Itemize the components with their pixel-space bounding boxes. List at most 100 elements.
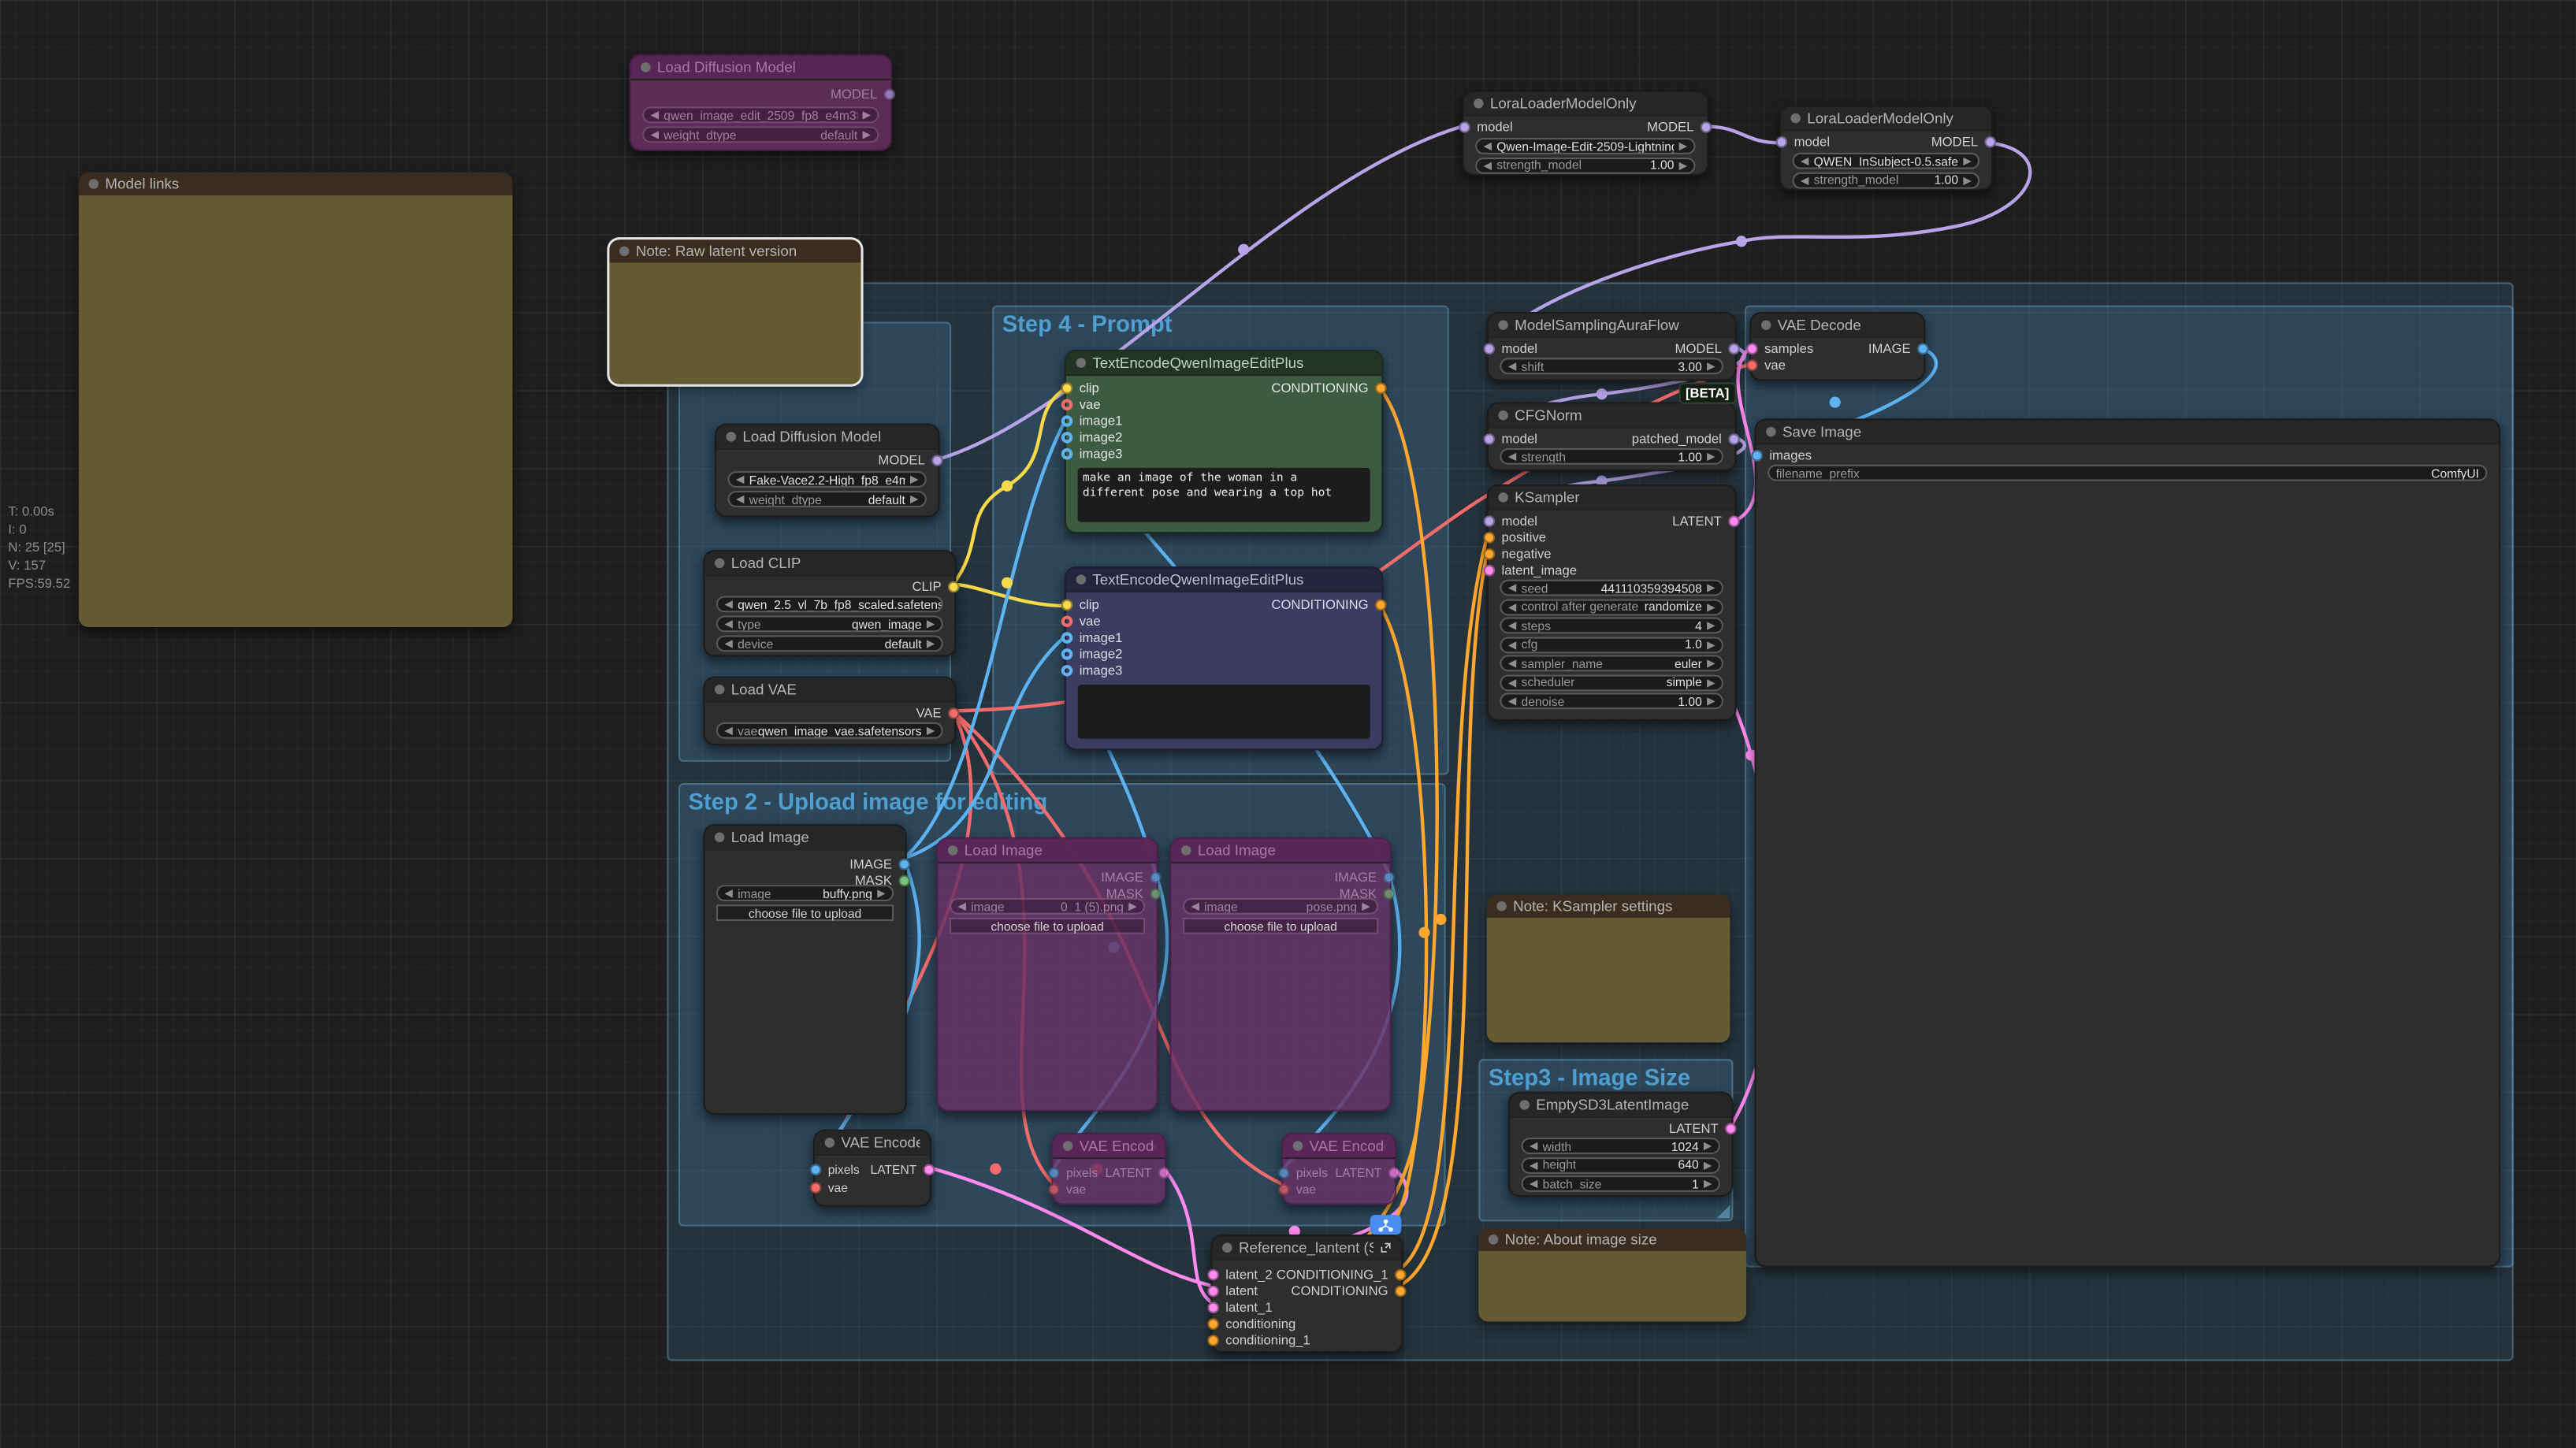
clip-input-port[interactable] [1061,600,1073,611]
next-arrow-icon[interactable]: ▶ [910,492,918,506]
batch-size-widget[interactable]: ◀ batch_size1 ▶ [1522,1175,1720,1192]
weight-dtype-widget[interactable]: ◀ weight_dtype default ▶ [642,126,879,143]
note-model-links[interactable]: Model links [79,173,512,627]
pixels-input-port[interactable] [1048,1168,1060,1179]
node-load-diffusion-model[interactable]: Load Diffusion Model MODEL ◀ Fake-Vace2.… [715,424,940,518]
node-load-vae[interactable]: Load VAE VAE ◀ vae_name qwen_image_vae.s… [703,677,956,746]
next-arrow-icon[interactable]: ▶ [1679,158,1687,172]
next-arrow-icon[interactable]: ▶ [863,109,871,122]
note-raw-latent[interactable]: Note: Raw latent version [609,239,861,384]
next-arrow-icon[interactable]: ▶ [1704,1177,1712,1190]
seed-widget[interactable]: ◀ seed441110359394508 ▶ [1500,580,1723,596]
next-arrow-icon[interactable]: ▶ [1707,581,1715,595]
note-ksampler-settings[interactable]: Note: KSampler settings [1487,895,1730,1043]
node-vae-decode[interactable]: VAE Decode samples vae IMAGE [1749,312,1925,381]
clip-input-port[interactable] [1061,383,1073,395]
prev-arrow-icon[interactable]: ◀ [651,109,659,122]
image-output-port[interactable] [1917,343,1929,355]
negative-input-port[interactable] [1484,548,1496,560]
vae-input-port[interactable] [1278,1183,1290,1195]
conditioning-output-port[interactable] [1375,383,1387,395]
node-lora-loader-2[interactable]: LoraLoaderModelOnly model MODEL ◀ QWEN_I… [1779,105,1993,190]
next-arrow-icon[interactable]: ▶ [1963,173,1971,187]
next-arrow-icon[interactable]: ▶ [1704,1158,1712,1171]
model-output-port[interactable] [931,455,943,466]
node-reference-latent-subgraph[interactable]: Reference_lantent (S... latent_2 latent … [1210,1235,1403,1353]
choose-file-button[interactable]: choose file to upload [950,918,1145,934]
vae-input-port[interactable] [1048,1183,1060,1195]
prev-arrow-icon[interactable]: ◀ [1801,154,1808,168]
lora-name-widget[interactable]: ◀ QWEN_InSubject-0.5.safetensors ▶ [1793,153,1980,169]
prev-arrow-icon[interactable]: ◀ [1530,1139,1537,1153]
image-widget[interactable]: ◀ image pose.png ▶ [1183,898,1378,915]
prompt-textarea[interactable]: make an image of the woman in a differen… [1078,468,1370,522]
next-arrow-icon[interactable]: ▶ [1963,154,1971,168]
collapse-dot-icon[interactable] [1063,1141,1073,1151]
type-widget[interactable]: ◀ type qwen_image ▶ [716,615,943,632]
height-widget[interactable]: ◀ height640 ▶ [1522,1157,1720,1173]
model-output-port[interactable] [1701,121,1712,133]
prev-arrow-icon[interactable]: ◀ [1508,450,1516,463]
ckpt-name-widget[interactable]: ◀ Fake-Vace2.2-High_fp8_e4m3fn.... ▶ [728,471,927,488]
conditioning-input-port[interactable] [1207,1318,1219,1330]
next-arrow-icon[interactable]: ▶ [1679,139,1687,153]
prev-arrow-icon[interactable]: ◀ [724,724,732,737]
patched-model-output-port[interactable] [1728,433,1740,445]
subgraph-badge[interactable] [1370,1215,1402,1235]
next-arrow-icon[interactable]: ▶ [927,618,935,631]
collapse-dot-icon[interactable] [715,685,725,695]
latent-output-port[interactable] [1388,1168,1400,1179]
image2-input-port[interactable] [1061,432,1073,444]
prev-arrow-icon[interactable]: ◀ [1530,1158,1537,1171]
collapse-dot-icon[interactable] [1181,845,1191,856]
collapse-dot-icon[interactable] [1222,1243,1232,1253]
next-arrow-icon[interactable]: ▶ [1704,1139,1712,1153]
node-load-diffusion-model-bypassed[interactable]: Load Diffusion Model MODEL ◀ qwen_image_… [629,54,892,151]
node-load-image-2-bypassed[interactable]: Load Image IMAGE MASK ◀ image 0_1 (5).pn… [936,837,1158,1112]
weight-dtype-widget[interactable]: ◀ weight_dtype default ▶ [728,491,927,507]
prev-arrow-icon[interactable]: ◀ [1508,657,1516,670]
node-model-sampling-auraflow[interactable]: ModelSamplingAuraFlow model MODEL ◀ shif… [1487,312,1737,381]
collapse-dot-icon[interactable] [619,247,630,257]
collapse-dot-icon[interactable] [1790,113,1801,124]
prev-arrow-icon[interactable]: ◀ [651,128,659,142]
node-load-clip[interactable]: Load CLIP CLIP ◀ cli ... qwen_2.5_vl_7b_… [703,550,956,656]
node-save-image[interactable]: Save Image images filename_prefix ComfyU… [1755,418,2500,1267]
lora-name-widget[interactable]: ◀ Qwen-Image-Edit-2509-Lightning-4step .… [1475,138,1695,154]
collapse-dot-icon[interactable] [1498,320,1508,330]
pixels-input-port[interactable] [810,1164,822,1175]
next-arrow-icon[interactable]: ▶ [927,724,935,737]
note-about-image-size[interactable]: Note: About image size [1478,1228,1746,1322]
image-output-port[interactable] [1383,872,1395,884]
image-widget[interactable]: ◀ image buffy.png ▶ [716,885,894,901]
image3-input-port[interactable] [1061,448,1073,460]
steps-widget[interactable]: ◀ steps4 ▶ [1500,618,1723,634]
node-vae-encode-2-bypassed[interactable]: VAE Encode pixels vae LATENT [1051,1133,1166,1205]
prev-arrow-icon[interactable]: ◀ [724,598,732,611]
images-input-port[interactable] [1751,450,1763,462]
node-ksampler[interactable]: KSampler model positive negative latent_… [1487,485,1737,721]
next-arrow-icon[interactable]: ▶ [1707,694,1715,707]
collapse-dot-icon[interactable] [1498,492,1508,503]
node-text-encode-positive[interactable]: TextEncodeQwenImageEditPlus clip vae ima… [1065,350,1383,533]
collapse-dot-icon[interactable] [1496,901,1507,911]
model-input-port[interactable] [1484,343,1496,355]
prev-arrow-icon[interactable]: ◀ [1191,900,1199,913]
collapse-dot-icon[interactable] [1498,410,1508,421]
next-arrow-icon[interactable]: ▶ [910,473,918,486]
node-lora-loader-1[interactable]: LoraLoaderModelOnly model MODEL ◀ Qwen-I… [1462,91,1708,176]
collapse-dot-icon[interactable] [1766,427,1776,437]
next-arrow-icon[interactable]: ▶ [1707,359,1715,373]
collapse-dot-icon[interactable] [1519,1100,1530,1110]
prev-arrow-icon[interactable]: ◀ [1801,173,1808,187]
image3-input-port[interactable] [1061,665,1073,677]
prev-arrow-icon[interactable]: ◀ [1508,600,1516,614]
model-output-port[interactable] [1728,343,1740,355]
width-widget[interactable]: ◀ width1024 ▶ [1522,1138,1720,1154]
model-input-port[interactable] [1459,121,1470,133]
vae-input-port[interactable] [1746,359,1758,371]
latent-1-input-port[interactable] [1207,1302,1219,1314]
model-output-port[interactable] [1984,136,1996,148]
image1-input-port[interactable] [1061,632,1073,644]
next-arrow-icon[interactable]: ▶ [1707,600,1715,614]
